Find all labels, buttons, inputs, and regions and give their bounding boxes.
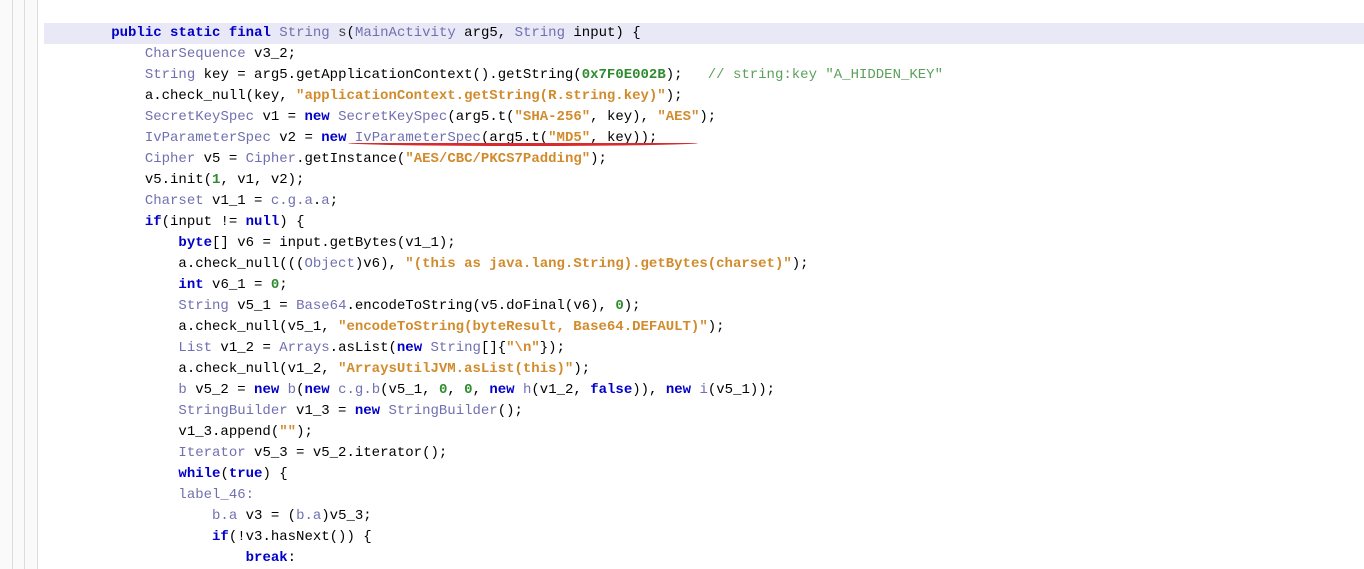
code-line[interactable]: Iterator v5_3 = v5_2.iterator();	[44, 443, 1364, 464]
code-line[interactable]: SecretKeySpec v1 = new SecretKeySpec(arg…	[44, 107, 1364, 128]
code-line[interactable]: List v1_2 = Arrays.asList(new String[]{"…	[44, 338, 1364, 359]
code-line[interactable]: StringBuilder v1_3 = new StringBuilder()…	[44, 401, 1364, 422]
code-line[interactable]: a.check_null(v5_1, "encodeToString(byteR…	[44, 317, 1364, 338]
code-line[interactable]: break:	[44, 548, 1364, 569]
code-line[interactable]: IvParameterSpec v2 = new IvParameterSpec…	[44, 128, 1364, 149]
code-line[interactable]: if(!v3.hasNext()) {	[44, 527, 1364, 548]
code-line[interactable]: while(true) {	[44, 464, 1364, 485]
code-line[interactable]: byte[] v6 = input.getBytes(v1_1);	[44, 233, 1364, 254]
code-line[interactable]: b.a v3 = (b.a)v5_3;	[44, 506, 1364, 527]
code-line[interactable]: v1_3.append("");	[44, 422, 1364, 443]
code-line[interactable]: if(input != null) {	[44, 212, 1364, 233]
code-line[interactable]: a.check_null(v1_2, "ArraysUtilJVM.asList…	[44, 359, 1364, 380]
code-line[interactable]: String v5_1 = Base64.encodeToString(v5.d…	[44, 296, 1364, 317]
gutter-fold-col[interactable]	[0, 0, 13, 569]
code-line[interactable]: Cipher v5 = Cipher.getInstance("AES/CBC/…	[44, 149, 1364, 170]
code-line[interactable]: public static final String s(MainActivit…	[44, 23, 1364, 44]
gutter-bookmark-col[interactable]	[13, 0, 26, 569]
gutter	[0, 0, 38, 569]
code-line[interactable]: a.check_null(key, "applicationContext.ge…	[44, 86, 1364, 107]
code-line[interactable]: int v6_1 = 0;	[44, 275, 1364, 296]
code-line[interactable]: b v5_2 = new b(new c.g.b(v5_1, 0, 0, new…	[44, 380, 1364, 401]
gutter-breakpoint-col[interactable]	[25, 0, 37, 569]
code-line[interactable]: v5.init(1, v1, v2);	[44, 170, 1364, 191]
code-line[interactable]: label_46:	[44, 485, 1364, 506]
code-line[interactable]: Charset v1_1 = c.g.a.a;	[44, 191, 1364, 212]
code-line[interactable]: String key = arg5.getApplicationContext(…	[44, 65, 1364, 86]
code-line[interactable]: a.check_null(((Object)v6), "(this as jav…	[44, 254, 1364, 275]
code-line[interactable]: CharSequence v3_2;	[44, 44, 1364, 65]
code-editor[interactable]: public static final String s(MainActivit…	[38, 0, 1364, 569]
